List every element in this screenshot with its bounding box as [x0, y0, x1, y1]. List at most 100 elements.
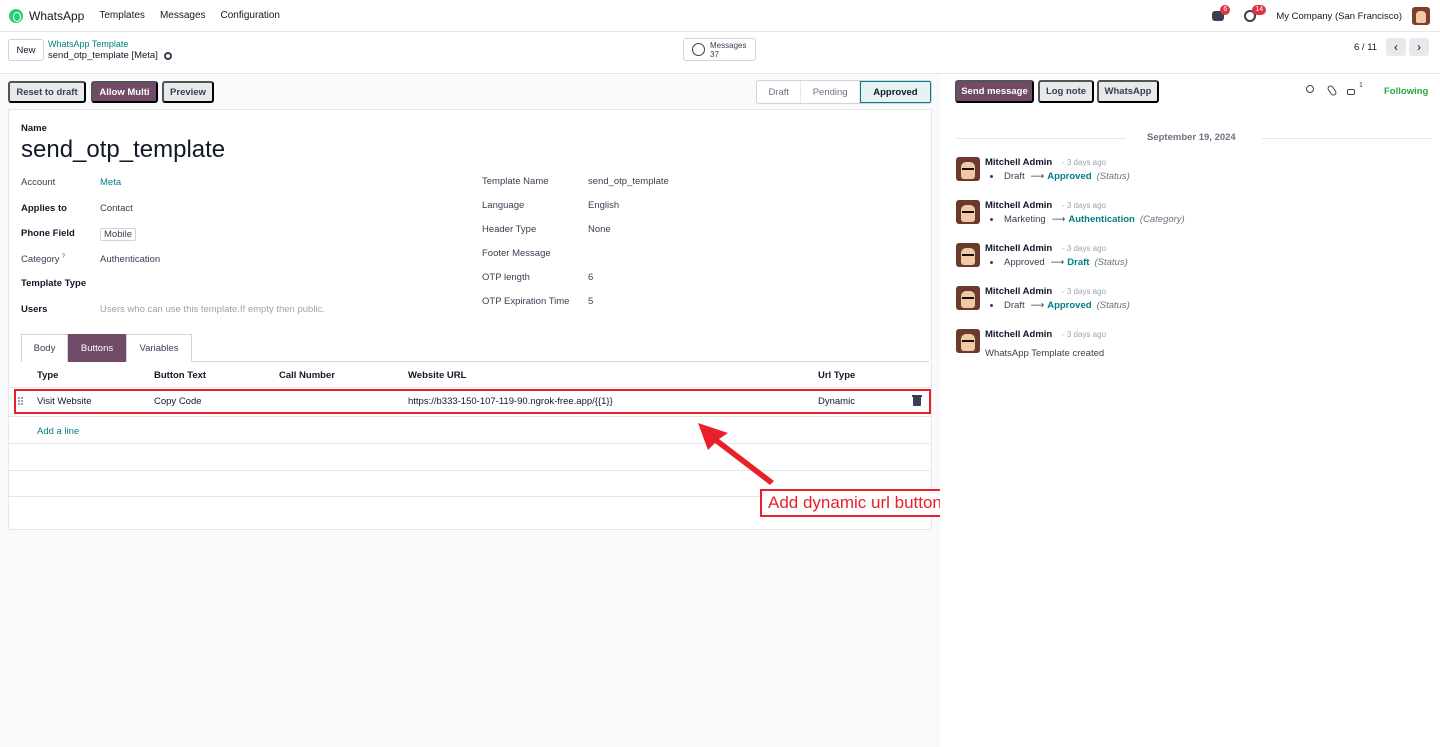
new-button[interactable]: New [8, 39, 44, 61]
log-note-button[interactable]: Log note [1038, 80, 1094, 103]
users-label: Users [21, 304, 48, 315]
user-avatar[interactable] [1412, 7, 1430, 25]
name-label: Name [21, 123, 47, 134]
empty-row-divider [9, 470, 931, 471]
author-name[interactable]: Mitchell Admin [985, 329, 1052, 340]
new-value: Authentication [1068, 214, 1135, 225]
empty-row-divider [9, 443, 931, 444]
preview-button[interactable]: Preview [162, 81, 214, 103]
author-name[interactable]: Mitchell Admin [985, 157, 1052, 168]
table-header-divider [9, 387, 931, 388]
users-field[interactable]: Users who can use this template.If empty… [100, 304, 325, 315]
applies-to-value[interactable]: Contact [100, 203, 133, 214]
tracked-field: (Category) [1139, 214, 1185, 225]
old-value: Draft [1004, 300, 1025, 311]
add-line-link[interactable]: Add a line [37, 426, 79, 437]
category-value[interactable]: Authentication [100, 254, 160, 265]
follower-count: 1 [1359, 82, 1363, 89]
whatsapp-button[interactable]: WhatsApp [1097, 80, 1159, 103]
author-name[interactable]: Mitchell Admin [985, 286, 1052, 297]
old-value: Approved [1004, 257, 1045, 268]
stage-pending[interactable]: Pending [801, 81, 860, 103]
followers-lock-icon[interactable] [1347, 89, 1355, 95]
messages-badge: 6 [1220, 5, 1231, 15]
pager-value[interactable]: 6 / 11 [1354, 42, 1377, 53]
header-type-value[interactable]: None [588, 224, 611, 235]
column-type[interactable]: Type [37, 370, 58, 381]
bullet-icon [990, 218, 993, 221]
message-time: - 3 days ago [1062, 244, 1107, 253]
phone-field-value[interactable]: Mobile [100, 228, 136, 241]
column-button-text[interactable]: Button Text [154, 370, 206, 381]
whatsapp-logo-icon [9, 8, 23, 23]
company-switcher[interactable]: My Company (San Francisco) [1276, 11, 1402, 22]
otp-length-value[interactable]: 6 [588, 272, 593, 283]
chatter-message: Mitchell Admin - 3 days ago Marketing ⟶ … [956, 200, 1426, 240]
bullet-icon [990, 304, 993, 307]
tab-buttons[interactable]: Buttons [68, 334, 126, 362]
messages-stat-value: 37 [710, 49, 719, 59]
account-value[interactable]: Meta [100, 177, 121, 188]
menu-templates[interactable]: Templates [99, 10, 145, 21]
column-website-url[interactable]: Website URL [408, 370, 466, 381]
author-avatar[interactable] [956, 329, 980, 353]
otp-expiration-value[interactable]: 5 [588, 296, 593, 307]
date-separator-label: September 19, 2024 [1147, 132, 1236, 143]
chatter-message: Mitchell Admin - 3 days ago Draft ⟶ Appr… [956, 286, 1426, 326]
status-stages: Draft Pending Approved [756, 80, 932, 104]
stage-draft[interactable]: Draft [757, 81, 802, 103]
bullet-icon [990, 175, 993, 178]
control-panel: New WhatsApp Template send_otp_template … [0, 32, 1440, 74]
tracked-field: (Status) [1094, 257, 1128, 268]
bullet-icon [990, 261, 993, 264]
header-type-label: Header Type [482, 224, 537, 235]
date-separator: September 19, 2024 [956, 132, 1432, 143]
reset-to-draft-button[interactable]: Reset to draft [8, 81, 86, 103]
gear-icon[interactable] [163, 51, 172, 60]
template-type-label: Template Type [21, 278, 87, 289]
message-body: WhatsApp Template created [985, 348, 1105, 359]
tracked-field: (Status) [1096, 300, 1130, 311]
messages-stat-text: Messages 37 [710, 41, 746, 59]
column-call-number[interactable]: Call Number [279, 370, 335, 381]
breadcrumb-parent[interactable]: WhatsApp Template [48, 39, 128, 49]
author-avatar[interactable] [956, 200, 980, 224]
author-name[interactable]: Mitchell Admin [985, 243, 1052, 254]
form-view: Reset to draft Allow Multi Preview Draft… [0, 74, 940, 747]
message-time: - 3 days ago [1062, 201, 1107, 210]
tab-variables[interactable]: Variables [126, 334, 192, 362]
pager-next-button[interactable]: › [1409, 38, 1429, 56]
author-avatar[interactable] [956, 157, 980, 181]
activity-badge: 14 [1252, 5, 1267, 15]
tab-body[interactable]: Body [21, 334, 68, 362]
following-button[interactable]: Following [1384, 86, 1428, 97]
author-avatar[interactable] [956, 243, 980, 267]
search-icon[interactable] [1306, 85, 1314, 93]
pager-previous-button[interactable]: ‹ [1386, 38, 1406, 56]
send-message-button[interactable]: Send message [955, 80, 1034, 103]
breadcrumb-current-label: send_otp_template [Meta] [48, 50, 158, 61]
systray: 6 14 My Company (San Francisco) [1212, 5, 1430, 26]
messages-smart-button[interactable]: Messages 37 [683, 38, 756, 61]
author-avatar[interactable] [956, 286, 980, 310]
top-navbar: WhatsApp Templates Messages Configuratio… [0, 0, 1440, 32]
app-brand[interactable]: WhatsApp [9, 8, 84, 23]
date-separator-line [956, 138, 1126, 139]
paperclip-icon[interactable] [1326, 84, 1338, 97]
phone-field-label: Phone Field [21, 228, 75, 239]
name-field[interactable]: send_otp_template [21, 136, 225, 164]
help-tooltip-icon[interactable]: ? [62, 254, 65, 260]
old-value: Marketing [1004, 214, 1046, 225]
allow-multi-button[interactable]: Allow Multi [91, 81, 158, 103]
menu-configuration[interactable]: Configuration [221, 10, 280, 21]
template-name-value[interactable]: send_otp_template [588, 176, 669, 187]
column-url-type[interactable]: Url Type [818, 370, 855, 381]
messaging-menu[interactable]: 6 [1212, 5, 1231, 23]
stage-approved[interactable]: Approved [859, 81, 931, 103]
menu-messages[interactable]: Messages [160, 10, 206, 21]
language-value[interactable]: English [588, 200, 619, 211]
new-value: Draft [1067, 257, 1090, 268]
author-name[interactable]: Mitchell Admin [985, 200, 1052, 211]
main-menu: Templates Messages Configuration [99, 10, 295, 21]
activity-menu[interactable]: 14 [1244, 5, 1267, 23]
